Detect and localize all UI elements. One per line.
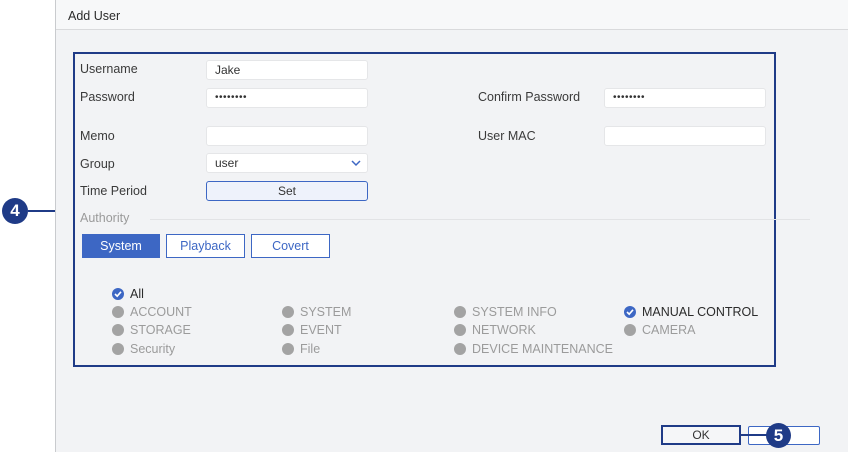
tab-covert[interactable]: Covert [251, 234, 330, 258]
permission-account-checkbox[interactable]: ACCOUNT [112, 305, 192, 319]
password-label: Password [80, 90, 135, 104]
time-period-set-button[interactable]: Set [206, 181, 368, 201]
confirm-password-field[interactable]: •••••••• [604, 88, 766, 108]
permission-label: NETWORK [472, 323, 536, 337]
callout-5-leader [741, 434, 767, 436]
group-select-value: user [215, 156, 239, 170]
unchecked-circle-icon [282, 343, 294, 355]
unchecked-circle-icon [282, 306, 294, 318]
checked-circle-icon [112, 288, 124, 300]
callout-4: 4 [2, 198, 28, 224]
username-field[interactable]: Jake [206, 60, 368, 80]
ok-button[interactable]: OK [661, 425, 741, 445]
permission-network-checkbox[interactable]: NETWORK [454, 323, 536, 337]
permission-label: Security [130, 342, 176, 356]
unchecked-circle-icon [282, 324, 294, 336]
authority-section-label: Authority [80, 211, 130, 225]
memo-field[interactable] [206, 126, 368, 146]
permission-label: EVENT [300, 323, 342, 337]
permission-manual-control-checkbox[interactable]: MANUAL CONTROL [624, 305, 758, 319]
unchecked-circle-icon [454, 306, 466, 318]
group-label: Group [80, 157, 115, 171]
permission-system-info-checkbox[interactable]: SYSTEM INFO [454, 305, 557, 319]
permission-storage-checkbox[interactable]: STORAGE [112, 323, 191, 337]
dialog-title-bar: Add User [56, 0, 848, 30]
permission-label: CAMERA [642, 323, 696, 337]
unchecked-circle-icon [112, 324, 124, 336]
memo-label: Memo [80, 129, 115, 143]
group-select[interactable]: user [206, 153, 368, 173]
permission-camera-checkbox[interactable]: CAMERA [624, 323, 695, 337]
user-mac-field[interactable] [604, 126, 766, 146]
permission-security-checkbox[interactable]: Security [112, 342, 175, 356]
permission-system-checkbox[interactable]: SYSTEM [282, 305, 351, 319]
permission-label: MANUAL CONTROL [642, 305, 759, 319]
user-mac-label: User MAC [478, 129, 536, 143]
permission-label: File [300, 342, 321, 356]
tab-system[interactable]: System [82, 234, 160, 258]
password-field[interactable]: •••••••• [206, 88, 368, 108]
permission-event-checkbox[interactable]: EVENT [282, 323, 342, 337]
permission-label: STORAGE [130, 323, 191, 337]
time-period-label: Time Period [80, 184, 147, 198]
unchecked-circle-icon [624, 324, 636, 336]
permission-file-checkbox[interactable]: File [282, 342, 320, 356]
callout-5: 5 [766, 423, 791, 448]
permission-label: DEVICE MAINTENANCE [472, 342, 613, 356]
unchecked-circle-icon [454, 324, 466, 336]
permission-label: SYSTEM INFO [472, 305, 557, 319]
checked-circle-icon [624, 306, 636, 318]
unchecked-circle-icon [454, 343, 466, 355]
unchecked-circle-icon [112, 306, 124, 318]
permission-device-maintenance-checkbox[interactable]: DEVICE MAINTENANCE [454, 342, 613, 356]
tab-playback[interactable]: Playback [166, 234, 245, 258]
confirm-password-label: Confirm Password [478, 90, 581, 104]
permission-label: ACCOUNT [130, 305, 192, 319]
chevron-down-icon [351, 160, 361, 167]
unchecked-circle-icon [112, 343, 124, 355]
permission-label: SYSTEM [300, 305, 352, 319]
permission-all-checkbox[interactable]: All [112, 287, 144, 301]
dialog-title: Add User [68, 9, 121, 23]
permission-label: All [130, 287, 144, 301]
username-label: Username [80, 62, 138, 76]
authority-divider [150, 219, 810, 220]
